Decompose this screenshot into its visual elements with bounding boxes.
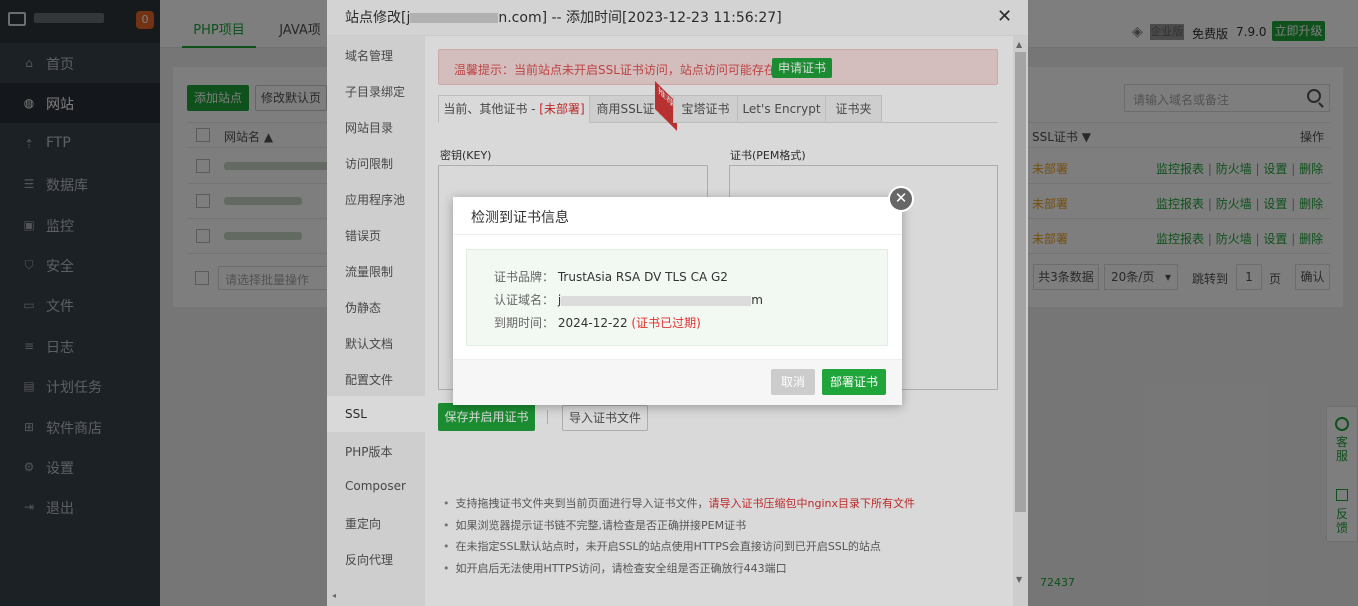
cert-brand-value: TrustAsia RSA DV TLS CA G2: [557, 270, 728, 284]
cert-domain-label: 认证域名：: [494, 293, 555, 307]
cert-brand-label: 证书品牌：: [494, 270, 555, 284]
cert-domain-end: m: [751, 293, 763, 307]
cert-expiry-row: 到期时间： 2024-12-22 (证书已过期): [494, 314, 701, 331]
cert-brand-row: 证书品牌： TrustAsia RSA DV TLS CA G2: [494, 268, 728, 285]
cert-domain-row: 认证域名： jm: [494, 291, 763, 308]
cert-expired-note: (证书已过期): [631, 316, 701, 330]
popup-close-icon[interactable]: ✕: [888, 186, 914, 212]
deploy-cert-button[interactable]: 部署证书: [822, 369, 886, 395]
cancel-button[interactable]: 取消: [771, 369, 815, 395]
popup-title: 检测到证书信息: [453, 197, 902, 235]
cert-expiry-label: 到期时间：: [494, 316, 555, 330]
cert-expiry-value: 2024-12-22: [557, 316, 628, 330]
cert-domain-redacted: [561, 295, 752, 306]
